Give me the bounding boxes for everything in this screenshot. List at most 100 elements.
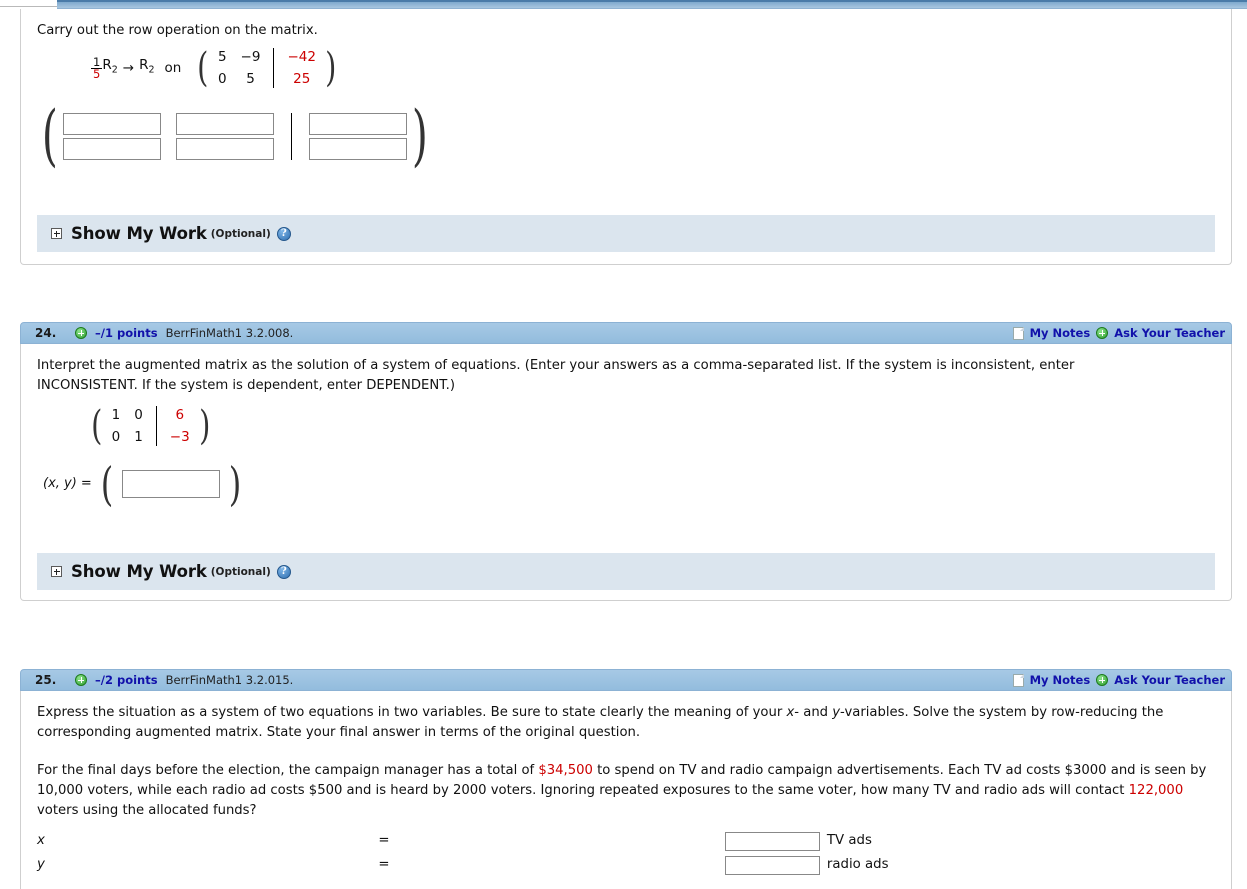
matrix-answer-input-r2c2[interactable] [175, 137, 274, 160]
ordered-pair-input[interactable] [121, 470, 220, 498]
answer-matrix-close-paren: ) [411, 97, 428, 174]
y-variable-label: y [37, 857, 45, 872]
question-24-header: 24. –/1 points BerrFinMath1 3.2.008. My … [20, 322, 1232, 344]
question-25-header-links: My Notes Ask Your Teacher [1012, 673, 1225, 687]
radio-ads-input[interactable] [724, 855, 820, 875]
matrix-divider [273, 48, 275, 88]
row-source-letter: R [102, 57, 112, 74]
notes-icon[interactable] [1012, 326, 1024, 340]
question-24-smw-wrap: Show My Work (Optional) ? [21, 553, 1231, 600]
row-operation-label: 1 5 R2 → R2 on [91, 55, 181, 81]
question-24-prompt-line2: INCONSISTENT. If the system is dependent… [37, 378, 456, 393]
question-24-prompt-line1: Interpret the augmented matrix as the so… [37, 358, 1075, 373]
matrix-cell: 1 [134, 429, 143, 445]
question-25-points: –/2 points [95, 673, 158, 687]
question-25-intro: Express the situation as a system of two… [37, 703, 1215, 743]
row-target: R2 [139, 55, 154, 81]
my-notes-link[interactable]: My Notes [1030, 326, 1091, 340]
question-25-answer-rows: x = TV ads y = radio ads [37, 831, 1215, 875]
y-unit-label: radio ads [826, 857, 889, 872]
matrix-cell: −9 [240, 49, 261, 65]
homework-page: Carry out the row operation on the matri… [0, 0, 1247, 889]
matrix-cell-augmented: 25 [293, 71, 311, 87]
answer-matrix-grid [62, 112, 407, 160]
matrix-answer-input-r1c3[interactable] [308, 112, 407, 135]
show-my-work-bar[interactable]: Show My Work (Optional) ? [37, 215, 1215, 252]
question-block-24: 24. –/1 points BerrFinMath1 3.2.008. My … [20, 322, 1232, 601]
matrix-cell: 1 [111, 407, 121, 423]
row-target-subscript: 2 [148, 64, 155, 76]
answer-matrix-divider [290, 112, 292, 160]
matrix-close-paren: ) [325, 45, 337, 91]
arrow-glyph: → [122, 60, 135, 76]
answer-close-paren: ) [228, 457, 242, 511]
show-my-work-label: Show My Work [71, 562, 207, 581]
question-24-number: 24. [35, 326, 57, 340]
page-top-bar [57, 0, 1247, 9]
expand-points-icon[interactable] [75, 674, 87, 686]
matrix-divider [155, 406, 157, 446]
my-notes-link[interactable]: My Notes [1030, 673, 1091, 687]
show-my-work-label: Show My Work [71, 224, 207, 243]
question-23-body: Carry out the row operation on the matri… [20, 9, 1232, 265]
question-25-body: Express the situation as a system of two… [20, 691, 1232, 889]
y-equals-sign: = [378, 857, 390, 872]
help-icon[interactable]: ? [276, 564, 291, 579]
answer-matrix-open-paren: ( [41, 97, 58, 174]
show-my-work-optional: (Optional) [210, 565, 271, 578]
row-source-subscript: 2 [111, 64, 118, 76]
question-25-body-text: For the final days before the election, … [37, 761, 1215, 821]
question-24-answer-line: (x, y) = ( ) [43, 461, 1215, 507]
intro-variable-y: y [832, 705, 841, 720]
expand-icon[interactable] [51, 228, 62, 239]
matrix-cell: 0 [134, 407, 143, 423]
show-my-work-bar[interactable]: Show My Work (Optional) ? [37, 553, 1215, 590]
question-24-matrix-row: ( 1 0 6 0 1 −3 ) [89, 405, 1215, 447]
notes-icon[interactable] [1012, 673, 1024, 687]
tv-ads-input[interactable] [724, 831, 820, 851]
question-23-operation-row: 1 5 R2 → R2 on ( 5 −9 −42 0 5 25) [91, 47, 1215, 89]
question-23-prompt: Carry out the row operation on the matri… [37, 23, 318, 38]
matrix-open-paren: ( [197, 45, 209, 91]
ask-teacher-icon[interactable] [1096, 327, 1109, 339]
ask-your-teacher-link[interactable]: Ask Your Teacher [1114, 326, 1225, 340]
matrix-answer-input-r2c3[interactable] [308, 137, 407, 160]
matrix-cell: 0 [217, 71, 227, 87]
question-24-body: Interpret the augmented matrix as the so… [20, 344, 1232, 601]
expand-points-icon[interactable] [75, 327, 87, 339]
body-budget-value: $34,500 [538, 763, 593, 778]
question-23-answer-matrix-row: ( ) [37, 103, 1215, 169]
fraction-denominator: 5 [91, 66, 103, 81]
matrix-cell: 0 [111, 429, 121, 445]
matrix-answer-input-r1c2[interactable] [175, 112, 274, 135]
expand-icon[interactable] [51, 566, 62, 577]
ask-teacher-icon[interactable] [1096, 674, 1109, 686]
help-icon[interactable]: ? [276, 226, 291, 241]
question-24-matrix: 1 0 6 0 1 −3 [105, 405, 197, 447]
question-23-matrix: 5 −9 −42 0 5 25 [211, 47, 323, 89]
question-24-code: BerrFinMath1 3.2.008. [165, 326, 294, 340]
x-answer-cell: TV ads [724, 831, 1215, 851]
body-voters-value: 122,000 [1128, 783, 1184, 798]
y-answer-cell: radio ads [724, 855, 1215, 875]
ask-your-teacher-link[interactable]: Ask Your Teacher [1114, 673, 1225, 687]
question-24-content: Interpret the augmented matrix as the so… [21, 344, 1231, 507]
matrix-cell-augmented: 6 [175, 407, 185, 423]
matrix-open-paren: ( [91, 403, 103, 449]
question-23-content: Carry out the row operation on the matri… [21, 9, 1231, 169]
answer-variable-label: (x, y) = [43, 476, 92, 491]
question-25-header: 25. –/2 points BerrFinMath1 3.2.015. My … [20, 669, 1232, 691]
body-text-c: voters using the allocated funds? [37, 803, 257, 818]
matrix-cell: 5 [246, 71, 255, 87]
question-block-25: 25. –/2 points BerrFinMath1 3.2.015. My … [20, 669, 1232, 889]
matrix-cell-augmented: −42 [287, 49, 316, 65]
question-25-number: 25. [35, 673, 57, 687]
x-unit-label: TV ads [826, 833, 872, 848]
matrix-answer-input-r2c1[interactable] [62, 137, 161, 160]
fraction-numerator: 1 [93, 54, 101, 69]
question-25-code: BerrFinMath1 3.2.015. [165, 673, 294, 687]
row-source: R2 [102, 55, 117, 81]
body-text-a: For the final days before the election, … [37, 763, 539, 778]
matrix-answer-input-r1c1[interactable] [62, 112, 161, 135]
